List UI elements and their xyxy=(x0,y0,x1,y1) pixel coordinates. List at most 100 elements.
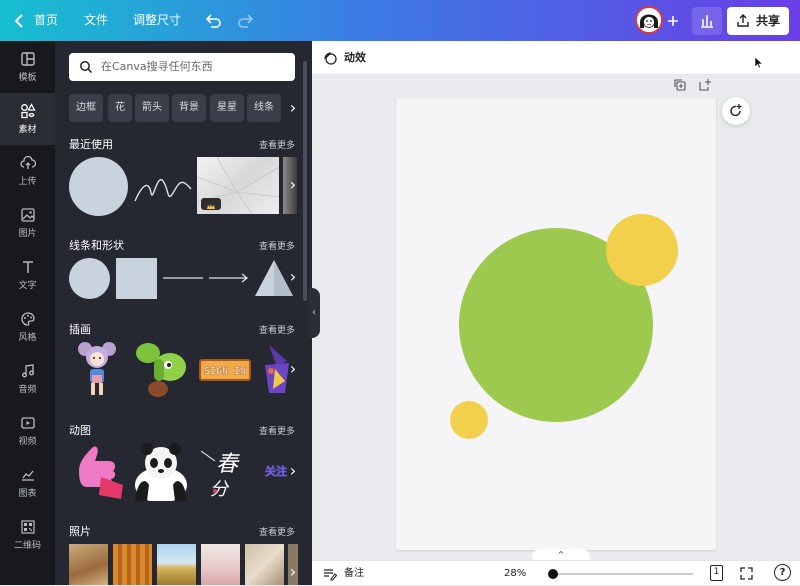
animate-icon[interactable] xyxy=(322,50,338,66)
file-menu[interactable]: 文件 xyxy=(84,0,108,41)
design-page[interactable] xyxy=(396,98,716,550)
photos-next-arrow[interactable]: › xyxy=(283,562,303,582)
zoom-slider-track[interactable] xyxy=(551,573,693,575)
help-button[interactable]: ? xyxy=(774,564,791,581)
redo-icon[interactable] xyxy=(236,11,256,31)
rail-label: 风格 xyxy=(18,333,37,343)
see-more-illustrations[interactable]: 查看更多 xyxy=(259,323,295,336)
rail-item-styles[interactable]: 风格 xyxy=(0,301,55,353)
add-page-icon[interactable] xyxy=(698,78,712,92)
search-placeholder: 在Canva搜寻任何东西 xyxy=(101,60,213,73)
chip-flowers[interactable]: 花 xyxy=(108,94,132,122)
home-link[interactable]: 首页 xyxy=(34,0,58,41)
section-title-recent: 最近使用 xyxy=(69,138,113,151)
illustrations-next-arrow[interactable]: › xyxy=(283,359,303,379)
rail-item-uploads[interactable]: 上传 xyxy=(0,145,55,197)
illustration-sign-in-thumb[interactable]: SIGN IN xyxy=(199,359,251,381)
mouse-cursor-icon xyxy=(755,57,763,69)
share-upload-icon xyxy=(737,14,749,27)
chip-borders[interactable]: 边框 xyxy=(69,94,103,122)
music-icon xyxy=(21,364,34,378)
elements-icon xyxy=(20,103,36,119)
gifs-next-arrow[interactable]: › xyxy=(283,461,303,481)
chip-backgrounds[interactable]: 背景 xyxy=(172,94,206,122)
shape-line-thumb[interactable] xyxy=(161,271,205,285)
notes-button[interactable]: 备注 xyxy=(344,561,364,586)
illustration-green-creature-thumb[interactable] xyxy=(130,339,188,399)
rail-item-video[interactable]: 视频 xyxy=(0,405,55,457)
yellow-circle-large-shape[interactable] xyxy=(606,214,678,286)
share-label: 共享 xyxy=(756,14,781,28)
chip-lines[interactable]: 线条 xyxy=(247,94,281,122)
shape-arrow-thumb[interactable] xyxy=(207,271,251,285)
gif-thumbs-up-thumb[interactable] xyxy=(73,441,127,501)
shapes-next-arrow[interactable]: › xyxy=(283,267,303,287)
animate-button[interactable]: 动效 xyxy=(344,41,366,75)
panel-scrollbar[interactable] xyxy=(303,61,307,301)
rail-label: 音频 xyxy=(18,385,37,395)
chip-arrows[interactable]: 箭头 xyxy=(135,94,169,122)
search-icon xyxy=(80,61,93,74)
gif-spring-equinox-thumb[interactable]: 春 分 xyxy=(195,441,251,501)
bottom-bar: 备注 28% 1 ? xyxy=(312,560,800,585)
section-title-illustrations: 插画 xyxy=(69,323,91,336)
photo-thumb-1[interactable] xyxy=(69,544,108,585)
resize-button[interactable]: 调整尺寸 xyxy=(133,0,181,41)
collapse-panel-handle[interactable]: ‹ xyxy=(308,288,320,338)
photo-thumb-4[interactable] xyxy=(201,544,240,585)
share-button[interactable]: 共享 xyxy=(727,7,789,35)
rail-label: 二维码 xyxy=(13,541,41,551)
photo-thumb-2[interactable] xyxy=(113,544,152,585)
yellow-circle-small-shape[interactable] xyxy=(450,401,488,439)
page-count-button[interactable]: 1 xyxy=(710,565,723,581)
chip-stars[interactable]: 星星 xyxy=(210,94,244,122)
section-title-gifs: 动图 xyxy=(69,424,91,437)
recent-circle-thumb[interactable] xyxy=(69,157,128,216)
palette-icon xyxy=(20,312,35,326)
duplicate-page-icon[interactable] xyxy=(673,78,687,92)
see-more-gifs[interactable]: 查看更多 xyxy=(259,424,295,437)
avatar[interactable] xyxy=(635,6,663,34)
recent-paper-thumb[interactable] xyxy=(196,156,280,215)
rail-item-charts[interactable]: 图表 xyxy=(0,457,55,509)
see-more-recent[interactable]: 查看更多 xyxy=(259,138,295,151)
gif-text-equinox: 分 xyxy=(210,479,230,500)
rail-label: 文字 xyxy=(18,281,37,291)
refresh-button[interactable] xyxy=(722,97,750,125)
section-title-photos: 照片 xyxy=(69,525,91,538)
shape-circle-thumb[interactable] xyxy=(69,258,110,299)
recent-squiggle-thumb[interactable] xyxy=(133,163,193,211)
see-more-photos[interactable]: 查看更多 xyxy=(259,525,295,538)
help-label: ? xyxy=(779,567,786,578)
zoom-slider-knob[interactable] xyxy=(548,569,558,579)
rail-item-qrcode[interactable]: 二维码 xyxy=(0,509,55,561)
insights-button[interactable] xyxy=(692,7,722,35)
notes-icon[interactable] xyxy=(323,567,337,581)
rail-item-photos[interactable]: 图片 xyxy=(0,197,55,249)
recent-next-arrow[interactable]: › xyxy=(283,175,303,195)
side-rail: 模板 素材 上传 图片 文字 风格 音频 视频 图表 二维码 xyxy=(0,41,55,585)
add-collaborator-icon[interactable] xyxy=(663,11,683,31)
fullscreen-icon[interactable] xyxy=(739,566,754,581)
search-input[interactable]: 在Canva搜寻任何东西 xyxy=(69,53,295,81)
rail-label: 素材 xyxy=(18,125,37,135)
canvas-toolbar: 动效 xyxy=(312,41,800,75)
chips-next-arrow[interactable]: › xyxy=(283,98,303,118)
rail-item-text[interactable]: 文字 xyxy=(0,249,55,301)
photo-thumb-5[interactable] xyxy=(245,544,284,585)
chevron-left-icon[interactable] xyxy=(10,11,30,31)
top-bar: 首页 文件 调整尺寸 共享 xyxy=(0,0,800,41)
rail-item-elements[interactable]: 素材 xyxy=(0,93,55,145)
zoom-value[interactable]: 28% xyxy=(504,561,526,586)
undo-icon[interactable] xyxy=(203,11,223,31)
shape-square-thumb[interactable] xyxy=(116,258,157,299)
rail-label: 视频 xyxy=(18,437,37,447)
sign-in-text: SIGN IN xyxy=(204,366,246,377)
illustration-mouse-girl-thumb[interactable] xyxy=(77,339,117,399)
rail-item-audio[interactable]: 音频 xyxy=(0,353,55,405)
see-more-shapes[interactable]: 查看更多 xyxy=(259,239,295,252)
photo-thumb-3[interactable] xyxy=(157,544,196,585)
gif-panda-thumb[interactable] xyxy=(133,441,189,501)
rail-item-templates[interactable]: 模板 xyxy=(0,41,55,93)
avatar-face-icon xyxy=(637,8,661,32)
